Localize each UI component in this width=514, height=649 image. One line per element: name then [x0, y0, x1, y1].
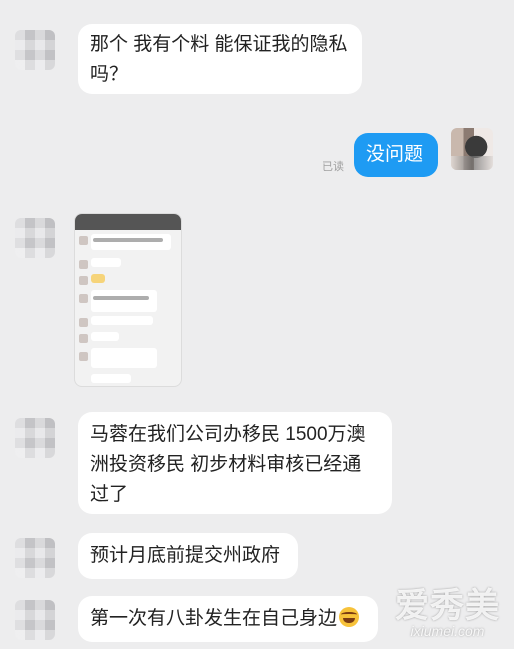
- image-row: [91, 274, 105, 283]
- image-text: [93, 238, 163, 242]
- sent-message-bubble: 没问题: [354, 133, 438, 177]
- image-header: [75, 214, 181, 230]
- image-avatar: [79, 352, 88, 361]
- image-avatar: [79, 334, 88, 343]
- message-bubble: 预计月底前提交州政府: [78, 533, 298, 579]
- watermark-logo: 爱秀美: [395, 587, 500, 625]
- message-text: 过了: [90, 484, 129, 505]
- image-row: [91, 234, 171, 250]
- message-text: 那个 我有个料 能保证我的隐私: [90, 34, 348, 55]
- image-text: [93, 296, 149, 300]
- message-bubble: 马蓉在我们公司办移民 1500万澳 洲投资移民 初步材料审核已经通 过了: [78, 412, 392, 514]
- image-avatar: [79, 318, 88, 327]
- contact-avatar[interactable]: [15, 30, 55, 70]
- message-text: 马蓉在我们公司办移民 1500万澳: [90, 424, 366, 445]
- site-watermark: 爱秀美 ixiumei.com: [395, 578, 500, 639]
- message-text: 没问题: [366, 144, 424, 165]
- contact-avatar[interactable]: [15, 538, 55, 578]
- message-text: 吗？: [90, 64, 129, 85]
- message-bubble: 那个 我有个料 能保证我的隐私 吗？: [78, 24, 362, 94]
- image-avatar: [79, 260, 88, 269]
- image-avatar: [79, 276, 88, 285]
- image-avatar: [79, 236, 88, 245]
- message-text: 洲投资移民 初步材料审核已经通: [90, 454, 362, 475]
- image-avatar: [79, 294, 88, 303]
- message-bubble: 第一次有八卦发生在自己身边: [78, 596, 378, 642]
- user-avatar[interactable]: [451, 128, 493, 170]
- image-row: [91, 258, 121, 267]
- message-text: 第一次有八卦发生在自己身边: [90, 608, 338, 629]
- screenshot-image-message[interactable]: [74, 213, 182, 387]
- contact-avatar[interactable]: [15, 218, 55, 258]
- image-row: [91, 290, 157, 312]
- laughing-emoji-icon: [339, 606, 360, 627]
- message-text: 预计月底前提交州政府: [90, 545, 281, 566]
- read-receipt: 已读: [322, 161, 344, 173]
- image-row: [91, 316, 153, 325]
- image-row: [91, 348, 157, 368]
- contact-avatar[interactable]: [15, 600, 55, 640]
- image-row: [91, 374, 131, 383]
- watermark-url: ixiumei.com: [410, 623, 485, 639]
- contact-avatar[interactable]: [15, 418, 55, 458]
- image-row: [91, 332, 119, 341]
